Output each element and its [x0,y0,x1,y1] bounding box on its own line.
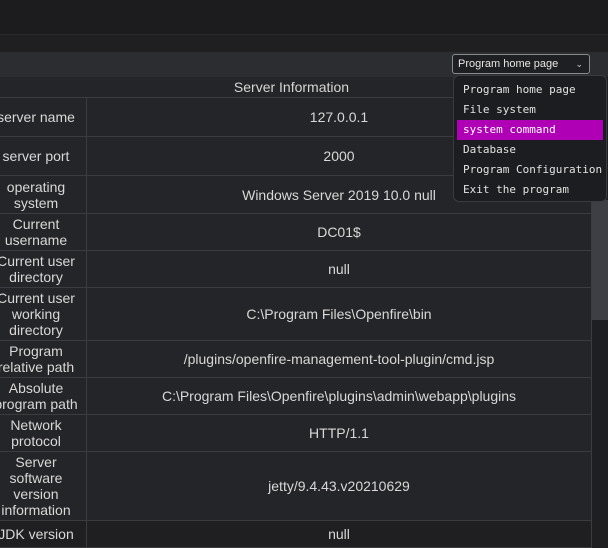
row-key: Program relative path [0,340,87,378]
row-value: /plugins/openfire-management-tool-plugin… [86,340,592,378]
page-select-menu: Program home page File system system com… [453,75,607,202]
row-key: server port [0,136,87,176]
divider [0,34,608,35]
row-key: Absolute program path [0,377,87,415]
window-top-bar [0,0,608,34]
row-value: C:\Program Files\Openfire\plugins\admin\… [86,377,592,415]
menu-item-database[interactable]: Database [457,140,603,160]
row-key: operating system [0,175,87,214]
table-row: Current user working directory C:\Progra… [0,287,592,341]
row-key: Current user working directory [0,287,87,341]
page-select-value: Program home page [458,58,559,70]
menu-item-program-home-page[interactable]: Program home page [457,80,603,100]
table-row: Absolute program path C:\Program Files\O… [0,377,592,415]
row-value: C:\Program Files\Openfire\bin [86,287,592,341]
row-value: DC01$ [86,213,592,251]
row-value: jetty/9.4.43.v20210629 [86,451,592,521]
row-key: Current user directory [0,250,87,288]
scrollbar-thumb[interactable] [592,200,608,320]
chevron-down-icon: ⌄ [575,59,583,69]
table-row: Program relative path /plugins/openfire-… [0,340,592,378]
menu-item-file-system[interactable]: File system [457,100,603,120]
row-value: null [86,520,592,548]
table-row: Server software version information jett… [0,451,592,521]
row-key: Server software version information [0,451,87,521]
table-row: Current user directory null [0,250,592,288]
menu-item-system-command[interactable]: system command [457,120,603,140]
page-select-dropdown[interactable]: Program home page ⌄ [452,54,590,74]
row-key: JDK version [0,520,87,548]
row-key: server name [0,97,87,137]
row-value: HTTP/1.1 [86,414,592,452]
row-value: null [86,250,592,288]
menu-item-exit-the-program[interactable]: Exit the program [457,180,603,200]
row-key: Current username [0,213,87,251]
table-row: JDK version null [0,520,592,548]
menu-item-program-configuration[interactable]: Program Configuration [457,160,603,180]
row-key: Network protocol [0,414,87,452]
table-row: Network protocol HTTP/1.1 [0,414,592,452]
table-row: Current username DC01$ [0,213,592,251]
